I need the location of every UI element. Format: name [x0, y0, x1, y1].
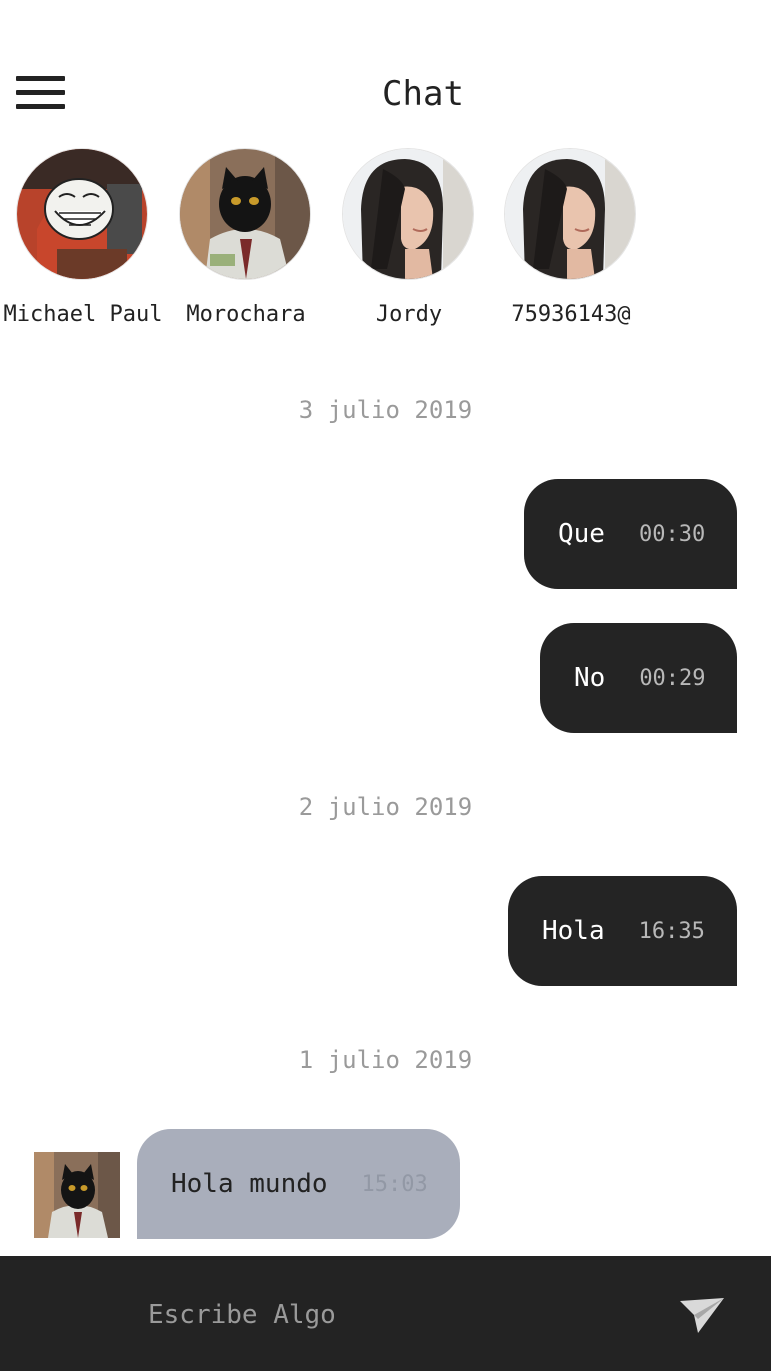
contacts-row: Michael Paul Morochara Jordy 75936143@ — [0, 148, 771, 338]
message-time: 00:30 — [638, 521, 706, 547]
app-header: Chat — [0, 0, 771, 140]
message-time: 16:35 — [638, 918, 705, 944]
contact-avatar-woman-portrait — [505, 149, 635, 279]
message-text: Que — [558, 519, 605, 549]
message-text: No — [574, 663, 606, 693]
sent-message-bubble[interactable]: Hola 16:35 — [508, 876, 737, 986]
contact-avatar-troll-face — [17, 149, 147, 279]
page-title: Chat — [382, 74, 464, 114]
paper-plane-send-icon[interactable] — [676, 1295, 728, 1335]
message-input[interactable] — [146, 1292, 630, 1338]
date-separator: 2 julio 2019 — [298, 793, 473, 821]
contact-item[interactable]: Michael Paul — [0, 148, 166, 338]
sender-avatar-black-cat[interactable] — [34, 1152, 120, 1238]
date-separator: 1 julio 2019 — [298, 1046, 473, 1074]
sent-message-bubble[interactable]: No 00:29 — [540, 623, 737, 733]
contact-avatar-woman-portrait — [343, 149, 473, 279]
message-text: Hola mundo — [171, 1169, 328, 1199]
contact-item[interactable]: Morochara — [163, 148, 329, 338]
message-time: 15:03 — [361, 1171, 428, 1197]
date-separator: 3 julio 2019 — [298, 396, 473, 424]
message-text: Hola — [542, 916, 605, 946]
received-message-bubble[interactable]: Hola mundo 15:03 — [137, 1129, 460, 1239]
message-time: 00:29 — [639, 665, 706, 691]
sent-message-bubble[interactable]: Que 00:30 — [524, 479, 737, 589]
message-composer — [0, 1256, 771, 1371]
contact-avatar-black-cat — [180, 149, 310, 279]
contact-name: 75936143@ — [511, 302, 631, 327]
contact-item[interactable]: 75936143@ — [488, 148, 654, 338]
